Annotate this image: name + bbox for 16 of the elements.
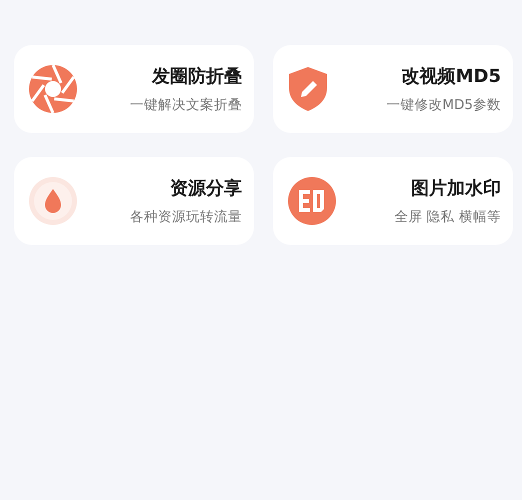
feature-card[interactable]: 改视频MD5 一键修改MD5参数 (273, 45, 513, 133)
card-subtitle: 各种资源玩转流量 (130, 208, 242, 226)
feature-card[interactable]: 发圈防折叠 一键解决文案折叠 (14, 45, 254, 133)
feature-card[interactable]: 资源分享 各种资源玩转流量 (14, 157, 254, 245)
card-title: 资源分享 (170, 177, 242, 200)
card-subtitle: 一键解决文案折叠 (130, 96, 242, 114)
card-title: 改视频MD5 (402, 65, 501, 88)
feature-card[interactable]: 图片加水印 全屏 隐私 横幅等 (273, 157, 513, 245)
stamp-icon (287, 176, 337, 226)
shield-pencil-icon (287, 66, 329, 112)
card-title: 图片加水印 (411, 177, 501, 200)
aperture-icon (28, 64, 78, 114)
drop-icon (28, 176, 78, 226)
card-subtitle: 全屏 隐私 横幅等 (394, 208, 501, 226)
card-title: 发圈防折叠 (152, 65, 242, 88)
card-subtitle: 一键修改MD5参数 (386, 96, 501, 114)
